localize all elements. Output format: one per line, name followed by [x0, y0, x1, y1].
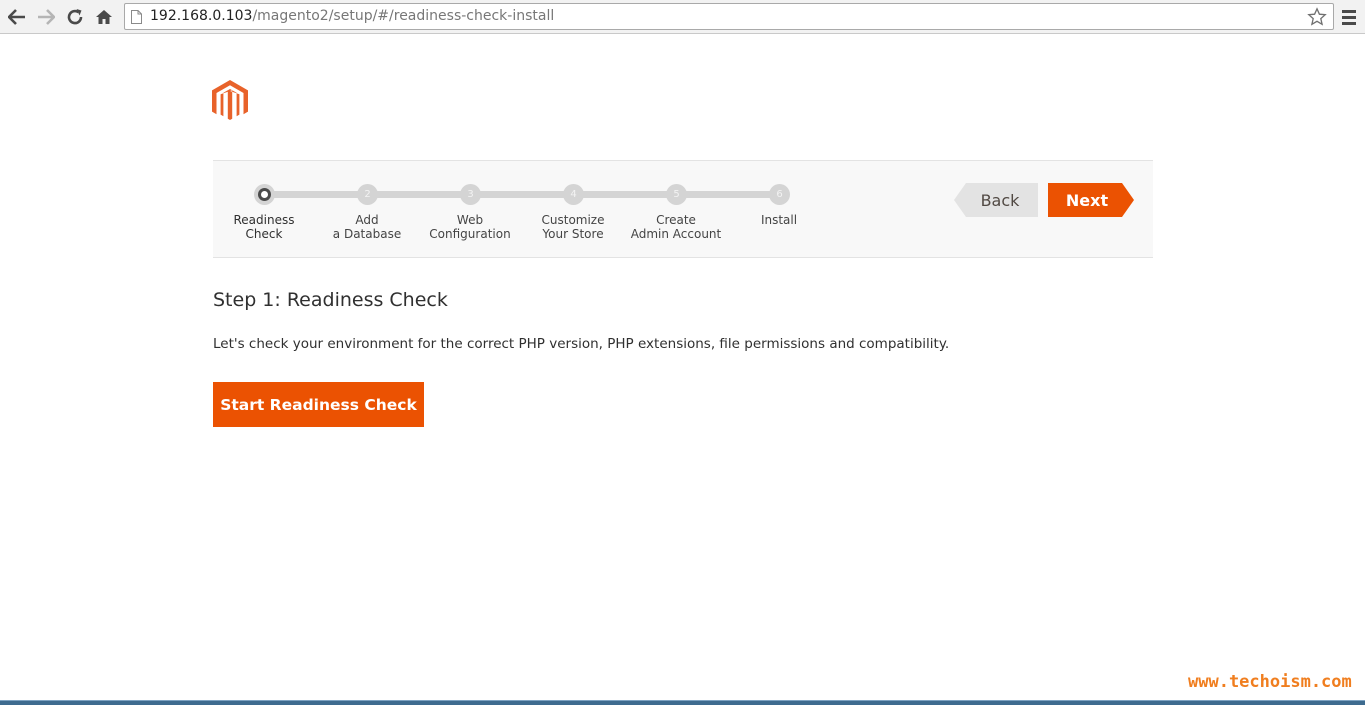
- url-text[interactable]: 192.168.0.103/magento2/setup/#/readiness…: [150, 8, 554, 24]
- step-label-create-admin: Create Admin Account: [630, 213, 722, 241]
- browser-toolbar: 192.168.0.103/magento2/setup/#/readiness…: [0, 0, 1365, 34]
- step-label-readiness-check: Readiness Check: [233, 213, 295, 241]
- setup-page: 2 3 4 5 6 Readiness Check Add a Database W…: [0, 35, 1365, 700]
- step-4-indicator: 4: [563, 184, 584, 205]
- progress-track: [264, 191, 779, 198]
- url-path: /magento2/setup/#/readiness-check-instal…: [252, 8, 555, 24]
- back-arrow-icon[interactable]: [5, 5, 29, 29]
- forward-arrow-icon[interactable]: [34, 5, 58, 29]
- next-button[interactable]: Next: [1048, 183, 1134, 217]
- menu-icon[interactable]: [1340, 7, 1358, 27]
- start-readiness-check-button[interactable]: Start Readiness Check: [213, 382, 424, 427]
- reload-icon[interactable]: [63, 5, 87, 29]
- step-3-indicator: 3: [460, 184, 481, 205]
- address-bar[interactable]: 192.168.0.103/magento2/setup/#/readiness…: [124, 3, 1334, 30]
- os-taskbar: [0, 700, 1365, 705]
- step-label-install: Install: [760, 213, 798, 227]
- step-label-add-database: Add a Database: [332, 213, 402, 241]
- wizard-progress-panel: 2 3 4 5 6 Readiness Check Add a Database W…: [213, 160, 1153, 258]
- step-2-indicator: 2: [357, 184, 378, 205]
- step-5-indicator: 5: [666, 184, 687, 205]
- back-button[interactable]: Back: [954, 183, 1038, 217]
- magento-logo-icon: [212, 80, 248, 120]
- step-1-indicator: [254, 184, 275, 205]
- home-icon[interactable]: [92, 5, 116, 29]
- step-description: Let's check your environment for the cor…: [213, 336, 950, 352]
- step-6-indicator: 6: [769, 184, 790, 205]
- step-label-customize-store: Customize Your Store: [541, 213, 605, 241]
- url-host: 192.168.0.103: [150, 8, 253, 24]
- watermark: www.techoism.com: [1188, 672, 1352, 692]
- page-icon: [131, 10, 142, 24]
- star-icon[interactable]: [1307, 7, 1327, 27]
- page-title: Step 1: Readiness Check: [213, 289, 448, 311]
- step-label-web-configuration: Web Configuration: [429, 213, 511, 241]
